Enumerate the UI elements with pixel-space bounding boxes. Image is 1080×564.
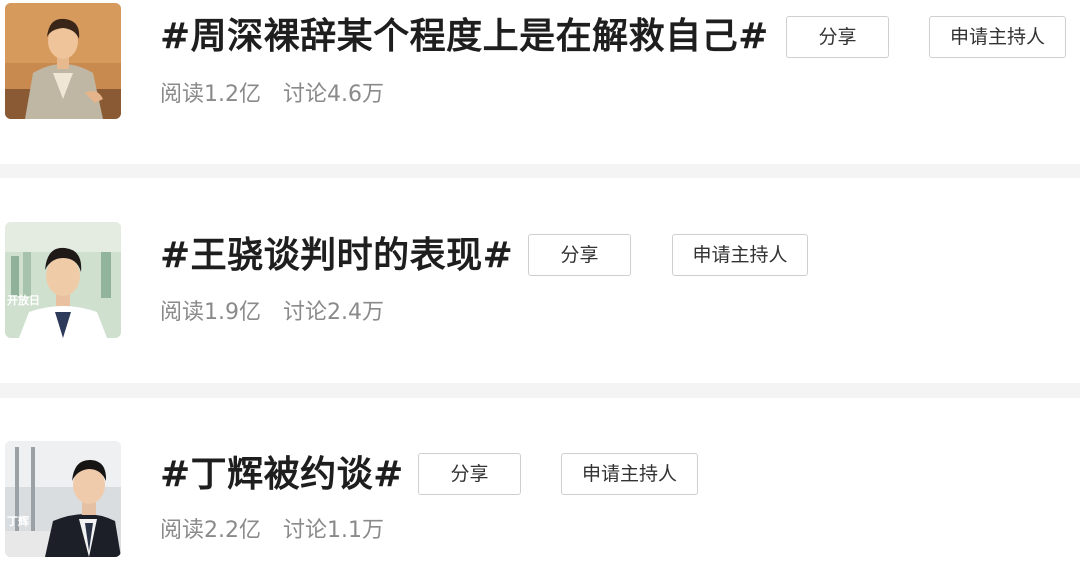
topic-card[interactable]: 开放日 #王骁谈判时的表现# 阅读1.9亿 讨论2.4万 分享 申请主持人	[0, 178, 1080, 383]
person-portrait-icon	[5, 3, 121, 119]
apply-host-button[interactable]: 申请主持人	[672, 234, 808, 276]
topic-title[interactable]: #丁辉被约谈#	[160, 453, 404, 497]
share-button[interactable]: 分享	[418, 453, 521, 495]
apply-host-button[interactable]: 申请主持人	[929, 16, 1066, 58]
person-portrait-icon	[5, 222, 121, 338]
share-button[interactable]: 分享	[528, 234, 631, 276]
topic-card[interactable]: #周深裸辞某个程度上是在解救自己# 阅读1.2亿 讨论4.6万 分享 申请主持人	[0, 0, 1080, 164]
read-count: 阅读1.9亿	[160, 300, 261, 325]
share-button[interactable]: 分享	[786, 16, 889, 58]
topic-stats: 阅读2.2亿 讨论1.1万	[160, 516, 384, 546]
thumbnail-caption: 开放日	[7, 294, 40, 307]
thumbnail-caption: 丁辉	[7, 515, 29, 528]
person-portrait-icon	[5, 441, 121, 557]
topic-stats: 阅读1.9亿 讨论2.4万	[160, 298, 384, 328]
topic-card[interactable]: 丁辉 #丁辉被约谈# 阅读2.2亿 讨论1.1万 分享 申请主持人	[0, 398, 1080, 564]
read-count: 阅读1.2亿	[160, 82, 261, 107]
read-count: 阅读2.2亿	[160, 518, 261, 543]
discussion-count: 讨论2.4万	[283, 300, 384, 325]
topic-thumbnail[interactable]: 丁辉	[5, 441, 121, 557]
topic-thumbnail[interactable]	[5, 3, 121, 119]
topic-title[interactable]: #周深裸辞某个程度上是在解救自己#	[160, 15, 769, 59]
topic-title[interactable]: #王骁谈判时的表现#	[160, 234, 513, 278]
apply-host-button[interactable]: 申请主持人	[561, 453, 698, 495]
discussion-count: 讨论4.6万	[283, 82, 384, 107]
topic-thumbnail[interactable]: 开放日	[5, 222, 121, 338]
discussion-count: 讨论1.1万	[283, 518, 384, 543]
topic-stats: 阅读1.2亿 讨论4.6万	[160, 80, 384, 110]
